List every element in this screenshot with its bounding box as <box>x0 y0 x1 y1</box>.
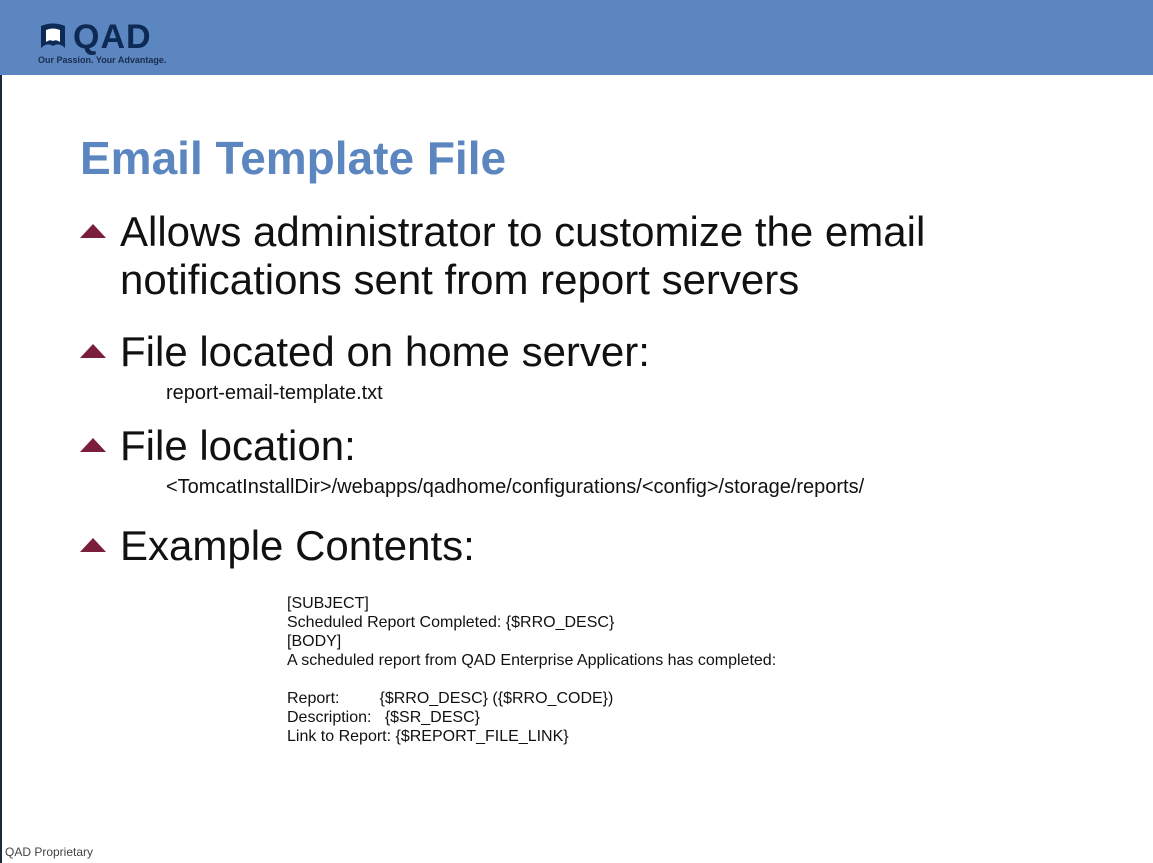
bullet-text-line: Example Contents: <box>120 522 475 569</box>
example-line: A scheduled report from QAD Enterprise A… <box>287 652 777 669</box>
example-line: Scheduled Report Completed: {$RRO_DESC} <box>287 614 615 631</box>
qad-shield-icon <box>41 23 65 48</box>
example-line: Report: {$RRO_DESC} ({$RRO_CODE}) <box>287 690 614 707</box>
bullet-text-line: File located on home server: <box>120 328 650 375</box>
bullet-item: Allows administrator to customize the em… <box>80 208 1080 304</box>
example-line: [BODY] <box>287 633 342 650</box>
example-line <box>287 670 776 689</box>
logo-word: QAD <box>73 18 152 56</box>
slide-title: Email Template File <box>80 132 507 184</box>
bullet-text-line: Allows administrator to customize the em… <box>120 208 926 255</box>
example-line: Link to Report: {$REPORT_FILE_LINK} <box>287 728 569 745</box>
triangle-bullet-icon <box>80 224 106 238</box>
triangle-bullet-icon <box>80 344 106 358</box>
triangle-bullet-icon <box>80 438 106 452</box>
bullet-item: File location: <box>80 422 1080 470</box>
qad-logo: QAD Our Passion. Your Advantage. <box>38 18 178 66</box>
slide-left-border <box>0 75 2 863</box>
example-line: Description: {$SR_DESC} <box>287 709 480 726</box>
example-contents-block: [SUBJECT] Scheduled Report Completed: {$… <box>287 594 776 746</box>
example-line: [SUBJECT] <box>287 595 369 612</box>
bullet-subtext: report-email-template.txt <box>166 382 383 404</box>
bullet-subtext: <TomcatInstallDir>/webapps/qadhome/confi… <box>166 476 865 498</box>
logo-tagline: Our Passion. Your Advantage. <box>38 55 167 65</box>
bullet-item: Example Contents: <box>80 522 1080 570</box>
footer-proprietary: QAD Proprietary <box>5 845 94 859</box>
bullet-item: File located on home server: <box>80 328 1080 376</box>
header-bar: QAD Our Passion. Your Advantage. <box>0 0 1153 75</box>
triangle-bullet-icon <box>80 538 106 552</box>
bullet-text-line: notifications sent from report servers <box>120 256 800 303</box>
bullet-text-line: File location: <box>120 422 356 469</box>
